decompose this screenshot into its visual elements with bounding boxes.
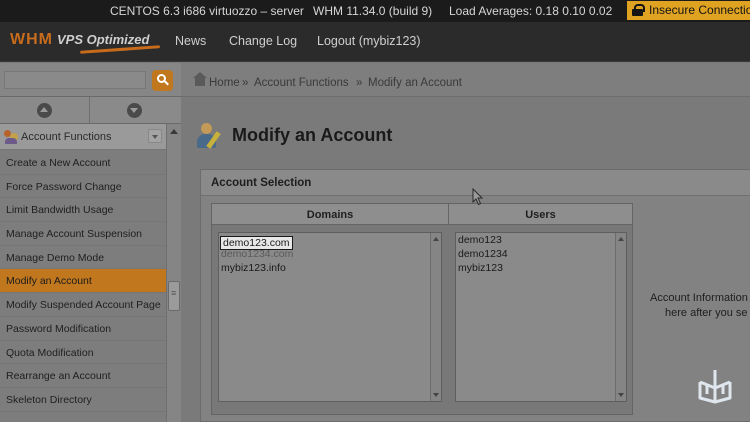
- user-option[interactable]: demo1234: [458, 248, 508, 260]
- domains-listbox[interactable]: demo123.com demo1234.com mybiz123.info: [218, 232, 442, 402]
- main-content: Home » Account Functions » Modify an Acc…: [181, 63, 750, 422]
- sidebar-search-bar: [0, 63, 181, 97]
- arrow-down-icon: [127, 103, 142, 118]
- sidebar-item-manage-demo-mode[interactable]: Manage Demo Mode: [0, 246, 166, 270]
- breadcrumb-current: Modify an Account: [368, 77, 462, 89]
- users-icon: [4, 130, 18, 144]
- sidebar-search-input[interactable]: [4, 71, 146, 89]
- users-scrollbar[interactable]: [615, 233, 626, 401]
- domains-column-header: Domains: [212, 204, 449, 225]
- domain-option[interactable]: demo1234.com: [221, 248, 293, 260]
- insecure-connection-badge[interactable]: Insecure Connection: [627, 1, 750, 20]
- whm-version: WHM 11.34.0 (build 9): [313, 4, 433, 18]
- nav-change-log-link[interactable]: Change Log: [229, 34, 297, 48]
- lock-icon: [632, 4, 645, 16]
- sidebar-item-create-account[interactable]: Create a New Account: [0, 151, 166, 175]
- sidebar-item-modify-account[interactable]: Modify an Account: [0, 269, 166, 294]
- sidebar: Account Functions Create a New Account F…: [0, 63, 181, 422]
- page-title: Modify an Account: [232, 125, 393, 145]
- sidebar-section-account-functions[interactable]: Account Functions: [0, 124, 166, 150]
- sidebar-scroll-controls: [0, 97, 181, 124]
- load-averages: Load Averages: 0.18 0.10 0.02: [449, 4, 613, 18]
- scroll-up-icon[interactable]: [170, 129, 178, 134]
- nav-logout-link[interactable]: Logout (mybiz123): [317, 34, 421, 48]
- sidebar-item-password-modification[interactable]: Password Modification: [0, 317, 166, 341]
- search-icon-handle: [164, 80, 169, 86]
- chevron-down-icon[interactable]: [148, 129, 162, 143]
- domains-scrollbar[interactable]: [430, 233, 441, 401]
- user-option[interactable]: mybiz123: [458, 262, 503, 274]
- home-icon[interactable]: [193, 72, 207, 86]
- users-listbox[interactable]: demo123 demo1234 mybiz123: [455, 232, 627, 402]
- sidebar-scroll-thumb[interactable]: [168, 281, 180, 311]
- domain-option[interactable]: mybiz123.info: [221, 262, 286, 274]
- nav-news-link[interactable]: News: [175, 34, 206, 48]
- whm-logo[interactable]: WHM VPS Optimized: [10, 31, 161, 54]
- logo-whm-text: WHM: [10, 31, 53, 48]
- brand-watermark-logo: [698, 370, 732, 404]
- sidebar-item-quota-modification[interactable]: Quota Modification: [0, 341, 166, 365]
- sidebar-item-manage-suspension[interactable]: Manage Account Suspension: [0, 222, 166, 246]
- sidebar-scroll-down-button[interactable]: [90, 97, 180, 123]
- logo-vps-text: VPS Optimized: [56, 32, 150, 47]
- panel-title: Account Selection: [211, 177, 312, 189]
- account-selection-panel: Account Selection Domains Users demo123.…: [200, 169, 750, 422]
- top-header: WHM VPS Optimized News Change Log Logout …: [0, 22, 750, 62]
- server-status-bar: CENTOS 6.3 i686 virtuozzo – server WHM 1…: [0, 0, 750, 22]
- users-column-header: Users: [449, 204, 632, 225]
- scroll-up-icon[interactable]: [433, 237, 439, 241]
- scroll-up-icon[interactable]: [618, 237, 624, 241]
- account-info-hint: Account Information here after you se: [650, 291, 750, 321]
- sidebar-menu: Create a New Account Force Password Chan…: [0, 151, 166, 412]
- scroll-down-icon[interactable]: [433, 393, 439, 397]
- sidebar-item-rearrange-account[interactable]: Rearrange an Account: [0, 364, 166, 388]
- os-info: CENTOS 6.3 i686 virtuozzo – server: [110, 4, 304, 18]
- sidebar-item-modify-suspended-page[interactable]: Modify Suspended Account Page: [0, 293, 166, 317]
- sidebar-item-limit-bandwidth[interactable]: Limit Bandwidth Usage: [0, 198, 166, 223]
- section-label: Account Functions: [21, 131, 112, 143]
- sidebar-item-skeleton-directory[interactable]: Skeleton Directory: [0, 388, 166, 412]
- sidebar-scrollbar[interactable]: [166, 124, 181, 422]
- sidebar-item-force-password-change[interactable]: Force Password Change: [0, 175, 166, 199]
- account-info-line-1: Account Information: [650, 292, 748, 304]
- insecure-connection-label: Insecure Connection: [649, 3, 750, 17]
- account-info-line-2: here after you se: [665, 307, 748, 319]
- breadcrumb-section-link[interactable]: Account Functions: [254, 77, 349, 89]
- arrow-up-icon: [37, 103, 52, 118]
- breadcrumb-home-link[interactable]: Home: [209, 77, 240, 89]
- sidebar-scroll-up-button[interactable]: [0, 97, 90, 123]
- search-button[interactable]: [152, 70, 173, 91]
- modify-account-icon: [197, 123, 225, 151]
- breadcrumb-separator: »: [242, 77, 249, 89]
- scroll-down-icon[interactable]: [618, 393, 624, 397]
- user-option[interactable]: demo123: [458, 234, 502, 246]
- breadcrumb: Home » Account Functions » Modify an Acc…: [181, 63, 750, 97]
- breadcrumb-separator: »: [356, 77, 363, 89]
- account-selection-table: Domains Users demo123.com demo1234.com m…: [211, 203, 633, 415]
- mouse-cursor-icon: [472, 188, 484, 206]
